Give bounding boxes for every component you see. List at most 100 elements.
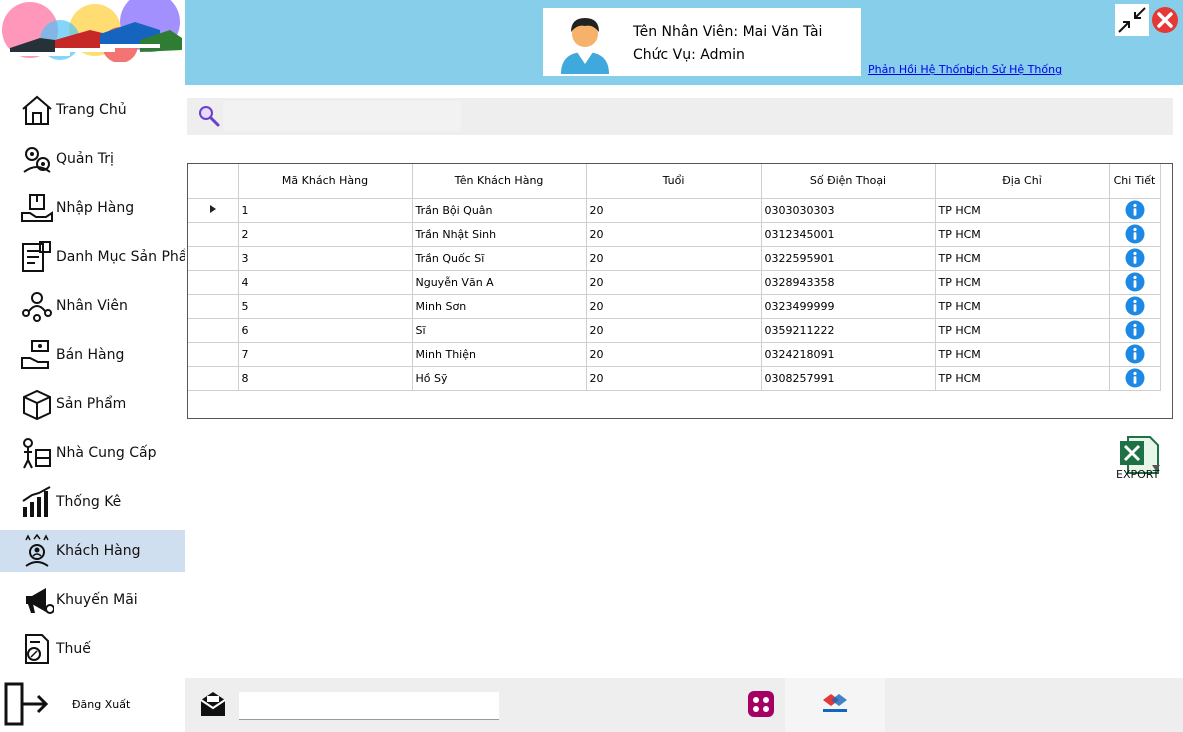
column-header-address[interactable]: Địa Chỉ: [935, 164, 1110, 199]
sidebar-item-admin[interactable]: Quản Trị: [0, 138, 185, 180]
sidebar-item-tax[interactable]: Thuế: [0, 628, 185, 670]
cell-age[interactable]: 20: [586, 366, 762, 391]
cell-customer-name[interactable]: Trần Quốc Sĩ: [412, 246, 587, 271]
sidebar-item-promotion[interactable]: Khuyến Mãi: [0, 579, 185, 621]
detail-button[interactable]: [1109, 222, 1161, 247]
close-button[interactable]: [1151, 6, 1179, 34]
row-header[interactable]: [188, 318, 239, 343]
cell-age[interactable]: 20: [586, 222, 762, 247]
row-header[interactable]: [188, 342, 239, 367]
cell-phone[interactable]: 0323499999: [761, 294, 936, 319]
vnpay-payment-button[interactable]: [785, 678, 885, 732]
cell-age[interactable]: 20: [586, 246, 762, 271]
cell-address[interactable]: TP HCM: [935, 342, 1110, 367]
info-icon: [1125, 248, 1144, 268]
cell-customer-id[interactable]: 3: [238, 246, 413, 271]
detail-button[interactable]: [1109, 198, 1161, 223]
cell-customer-name[interactable]: Trần Bội Quân: [412, 198, 587, 223]
table-row[interactable]: 6 Sĩ 20 0359211222 TP HCM: [188, 318, 1161, 343]
detail-button[interactable]: [1109, 318, 1161, 343]
table-row[interactable]: 1 Trần Bội Quân 20 0303030303 TP HCM: [188, 198, 1161, 223]
cell-age[interactable]: 20: [586, 270, 762, 295]
detail-button[interactable]: [1109, 366, 1161, 391]
row-header[interactable]: [188, 222, 239, 247]
cell-phone[interactable]: 0303030303: [761, 198, 936, 223]
statistics-chart-icon: [22, 486, 51, 517]
cell-address[interactable]: TP HCM: [935, 294, 1110, 319]
sidebar-item-employees[interactable]: Nhân Viên: [0, 285, 185, 327]
cell-customer-name[interactable]: Nguyễn Văn A: [412, 270, 587, 295]
column-header-age[interactable]: Tuổi: [586, 164, 762, 199]
cell-age[interactable]: 20: [586, 318, 762, 343]
cell-phone[interactable]: 0324218091: [761, 342, 936, 367]
sidebar-item-label: Nhập Hàng: [56, 200, 135, 216]
search-input[interactable]: [223, 101, 461, 131]
cell-age[interactable]: 20: [586, 342, 762, 367]
row-header[interactable]: [188, 198, 239, 223]
info-icon: [1125, 200, 1144, 220]
cell-customer-name[interactable]: Trần Nhật Sinh: [412, 222, 587, 247]
cell-customer-id[interactable]: 7: [238, 342, 413, 367]
table-row[interactable]: 3 Trần Quốc Sĩ 20 0322595901 TP HCM: [188, 246, 1161, 271]
logout-button[interactable]: Đăng Xuất: [0, 678, 185, 730]
cell-phone[interactable]: 0328943358: [761, 270, 936, 295]
cell-customer-id[interactable]: 8: [238, 366, 413, 391]
cell-customer-id[interactable]: 4: [238, 270, 413, 295]
table-row[interactable]: 8 Hồ Sỹ 20 0308257991 TP HCM: [188, 366, 1161, 391]
row-header[interactable]: [188, 294, 239, 319]
detail-button[interactable]: [1109, 342, 1161, 367]
sidebar-item-label: Nhà Cung Cấp: [56, 445, 157, 461]
minimize-button[interactable]: [1115, 4, 1149, 36]
column-header-customer-id[interactable]: Mã Khách Hàng: [238, 164, 413, 199]
cell-customer-id[interactable]: 1: [238, 198, 413, 223]
sidebar-item-statistics[interactable]: Thống Kê: [0, 481, 185, 523]
cell-address[interactable]: TP HCM: [935, 246, 1110, 271]
history-link[interactable]: Lịch Sử Hệ Thống: [966, 63, 1062, 76]
sidebar-item-home[interactable]: Trang Chủ: [0, 89, 185, 131]
cell-customer-id[interactable]: 2: [238, 222, 413, 247]
detail-button[interactable]: [1109, 246, 1161, 271]
momo-payment-button[interactable]: [748, 691, 774, 717]
cell-customer-id[interactable]: 5: [238, 294, 413, 319]
cell-customer-name[interactable]: Hồ Sỹ: [412, 366, 587, 391]
sidebar-item-customers[interactable]: Khách Hàng: [0, 530, 185, 572]
cell-address[interactable]: TP HCM: [935, 270, 1110, 295]
detail-button[interactable]: [1109, 294, 1161, 319]
table-row[interactable]: 5 Minh Sơn 20 0323499999 TP HCM: [188, 294, 1161, 319]
cell-customer-id[interactable]: 6: [238, 318, 413, 343]
cell-address[interactable]: TP HCM: [935, 366, 1110, 391]
cell-customer-name[interactable]: Sĩ: [412, 318, 587, 343]
cell-customer-name[interactable]: Minh Thiện: [412, 342, 587, 367]
cell-address[interactable]: TP HCM: [935, 198, 1110, 223]
cell-address[interactable]: TP HCM: [935, 318, 1110, 343]
column-header-phone[interactable]: Số Điện Thoại: [761, 164, 936, 199]
row-header[interactable]: [188, 270, 239, 295]
column-header-customer-name[interactable]: Tên Khách Hàng: [412, 164, 587, 199]
row-header[interactable]: [188, 366, 239, 391]
column-header-detail[interactable]: Chi Tiết: [1109, 164, 1161, 199]
sidebar-item-products[interactable]: Sản Phẩm: [0, 383, 185, 425]
cell-address[interactable]: TP HCM: [935, 222, 1110, 247]
sidebar-item-import[interactable]: Nhập Hàng: [0, 187, 185, 229]
employee-role: Chức Vụ: Admin: [633, 47, 745, 63]
cell-phone[interactable]: 0359211222: [761, 318, 936, 343]
cell-phone[interactable]: 0322595901: [761, 246, 936, 271]
row-header[interactable]: [188, 246, 239, 271]
feedback-link[interactable]: Phản Hồi Hệ Thống: [868, 63, 973, 76]
detail-button[interactable]: [1109, 270, 1161, 295]
export-excel-button[interactable]: EXPORT: [1116, 435, 1166, 485]
cell-age[interactable]: 20: [586, 294, 762, 319]
sidebar-item-supplier[interactable]: Nhà Cung Cấp: [0, 432, 185, 474]
cell-age[interactable]: 20: [586, 198, 762, 223]
footer-bar: [185, 678, 1183, 732]
table-row[interactable]: 4 Nguyễn Văn A 20 0328943358 TP HCM: [188, 270, 1161, 295]
cell-phone[interactable]: 0308257991: [761, 366, 936, 391]
sidebar-item-sales[interactable]: Bán Hàng: [0, 334, 185, 376]
cell-phone[interactable]: 0312345001: [761, 222, 936, 247]
sidebar-item-product-category[interactable]: Danh Mục Sản Phẩm: [0, 236, 185, 278]
email-input[interactable]: [239, 692, 499, 720]
import-goods-icon: [21, 194, 53, 222]
table-row[interactable]: 2 Trần Nhật Sinh 20 0312345001 TP HCM: [188, 222, 1161, 247]
table-row[interactable]: 7 Minh Thiện 20 0324218091 TP HCM: [188, 342, 1161, 367]
cell-customer-name[interactable]: Minh Sơn: [412, 294, 587, 319]
